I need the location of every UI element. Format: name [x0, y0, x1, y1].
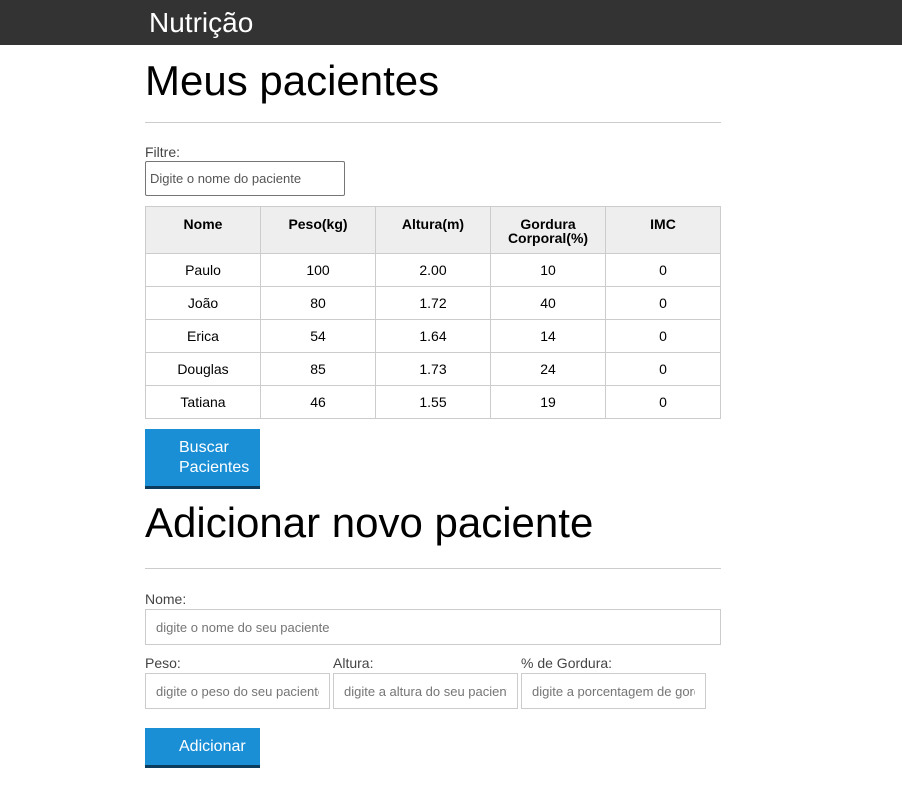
cell-gordura: 19	[490, 385, 606, 419]
filter-input[interactable]	[145, 161, 345, 196]
table-row[interactable]: Tatiana 46 1.55 19 0	[145, 385, 721, 419]
divider	[145, 568, 721, 569]
add-patient-button[interactable]: Adicionar	[145, 728, 260, 768]
cell-gordura: 14	[490, 319, 606, 353]
cell-gordura: 24	[490, 352, 606, 386]
name-label: Nome:	[145, 591, 187, 607]
cell-altura: 1.72	[375, 286, 491, 320]
cell-altura: 1.73	[375, 352, 491, 386]
brand-title: Nutrição	[149, 7, 254, 38]
cell-peso: 80	[260, 286, 376, 320]
cell-nome: Erica	[145, 319, 261, 353]
main-container: Meus pacientes Filtre: Nome Peso(kg) Alt…	[145, 45, 721, 768]
table-row[interactable]: João 80 1.72 40 0	[145, 286, 721, 320]
cell-peso: 85	[260, 352, 376, 386]
navbar: Nutrição	[0, 0, 902, 45]
fat-label: % de Gordura:	[521, 655, 613, 671]
cell-nome: Douglas	[145, 352, 261, 386]
cell-nome: Tatiana	[145, 385, 261, 419]
height-input[interactable]	[333, 673, 518, 709]
cell-imc: 0	[605, 253, 721, 287]
weight-label: Peso:	[145, 655, 181, 671]
table-row[interactable]: Erica 54 1.64 14 0	[145, 319, 721, 353]
cell-peso: 54	[260, 319, 376, 353]
filter-label: Filtre:	[145, 144, 180, 160]
header-gordura: Gordura Corporal(%)	[490, 206, 606, 254]
cell-imc: 0	[605, 319, 721, 353]
header-nome: Nome	[145, 206, 261, 254]
weight-group: Peso:	[145, 655, 333, 709]
table-header-row: Nome Peso(kg) Altura(m) Gordura Corporal…	[145, 206, 721, 254]
cell-altura: 2.00	[375, 253, 491, 287]
fat-group: % de Gordura:	[521, 655, 709, 709]
divider	[145, 122, 721, 123]
add-patient-title: Adicionar novo paciente	[145, 499, 594, 546]
search-patients-button[interactable]: Buscar Pacientes	[145, 429, 260, 489]
cell-gordura: 10	[490, 253, 606, 287]
measurements-row: Peso: Altura: % de Gordura:	[145, 655, 721, 709]
table-row[interactable]: Paulo 100 2.00 10 0	[145, 253, 721, 287]
header-peso: Peso(kg)	[260, 206, 376, 254]
cell-nome: João	[145, 286, 261, 320]
cell-gordura: 40	[490, 286, 606, 320]
cell-altura: 1.64	[375, 319, 491, 353]
search-button-line2: Pacientes	[179, 458, 250, 476]
patients-table: Nome Peso(kg) Altura(m) Gordura Corporal…	[145, 206, 721, 419]
weight-input[interactable]	[145, 673, 330, 709]
fat-input[interactable]	[521, 673, 706, 709]
search-button-line1: Buscar	[179, 438, 229, 456]
header-imc: IMC	[605, 206, 721, 254]
height-label: Altura:	[333, 655, 374, 671]
name-input[interactable]	[145, 609, 721, 645]
cell-nome: Paulo	[145, 253, 261, 287]
page-title: Meus pacientes	[145, 57, 440, 104]
table-row[interactable]: Douglas 85 1.73 24 0	[145, 352, 721, 386]
cell-imc: 0	[605, 352, 721, 386]
cell-peso: 100	[260, 253, 376, 287]
header-altura: Altura(m)	[375, 206, 491, 254]
cell-imc: 0	[605, 286, 721, 320]
cell-peso: 46	[260, 385, 376, 419]
cell-altura: 1.55	[375, 385, 491, 419]
height-group: Altura:	[333, 655, 521, 709]
cell-imc: 0	[605, 385, 721, 419]
